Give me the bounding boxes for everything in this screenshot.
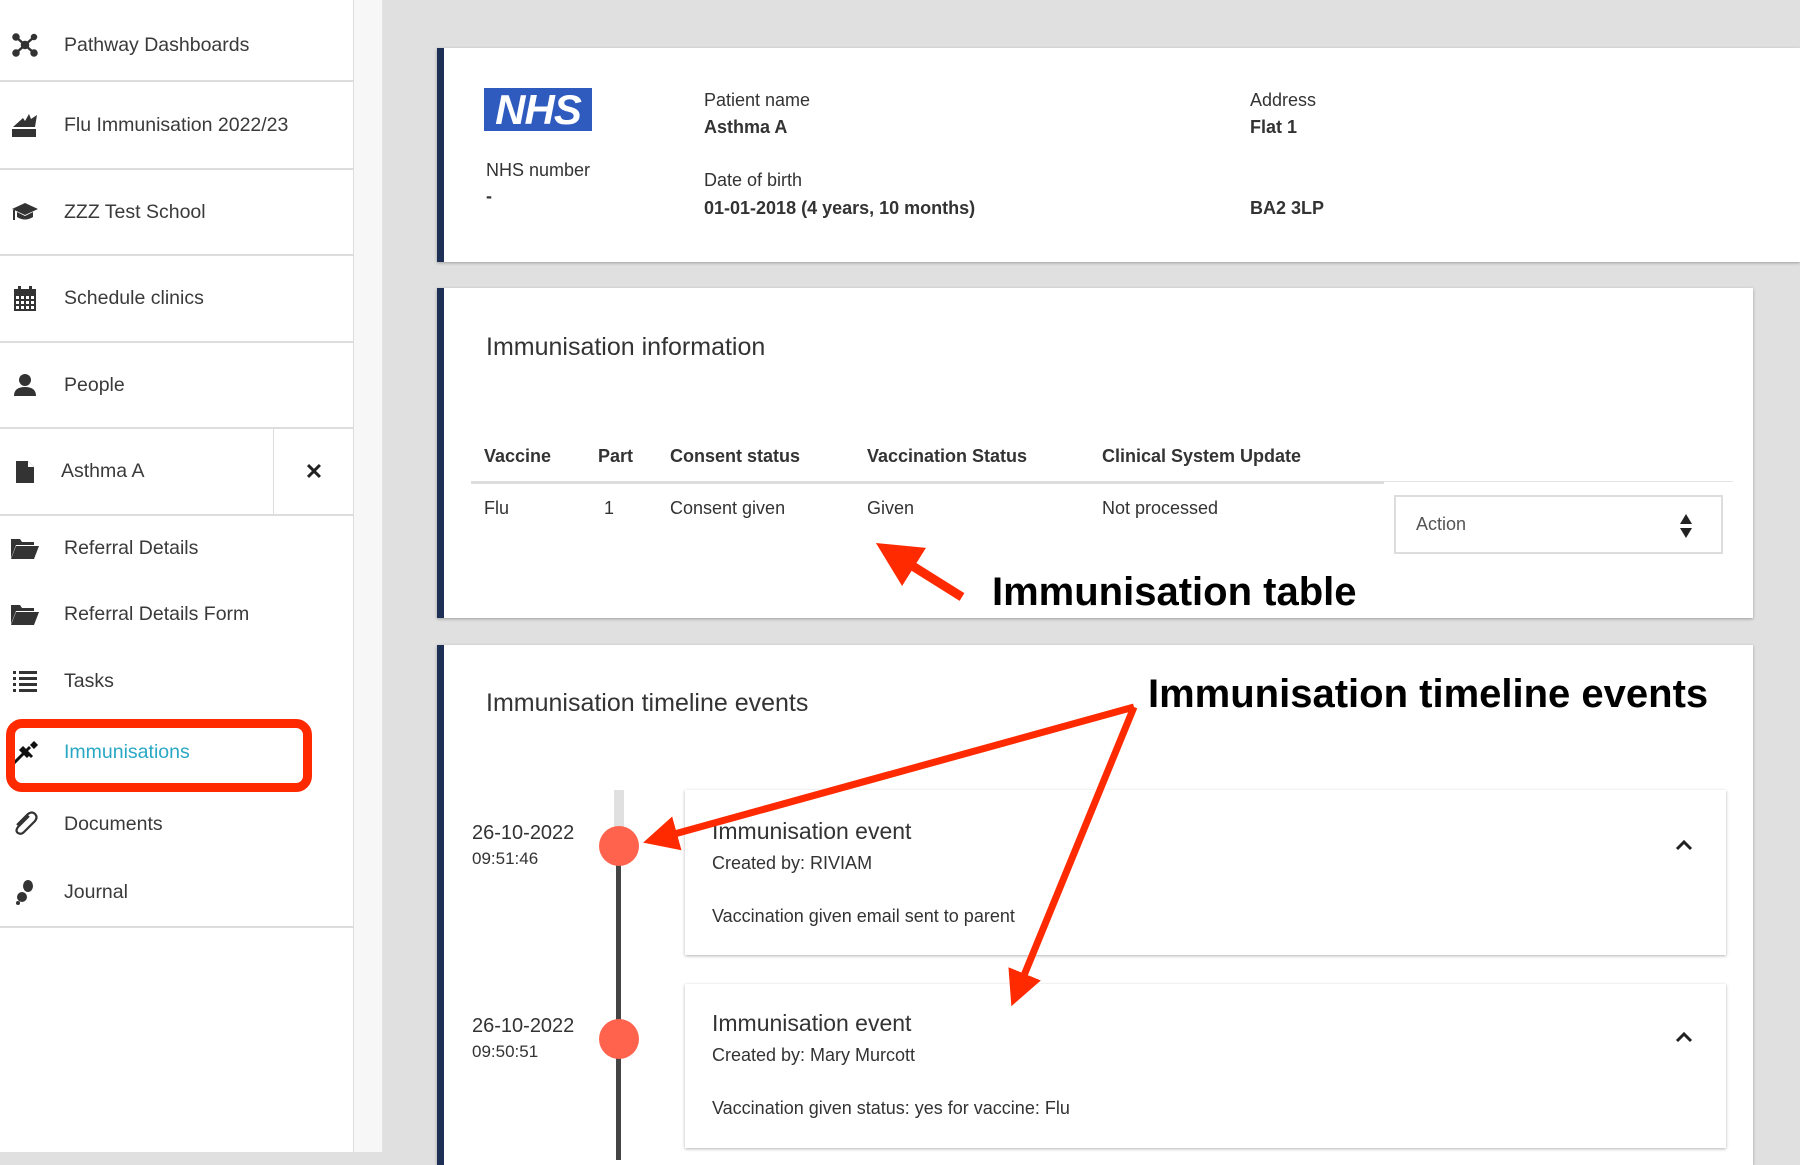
annotation-arrows [643,543,1138,1007]
arrow-to-timeline-dot [643,703,1135,851]
arrow-to-event-card [1008,705,1138,1007]
arrow-to-table [875,543,965,601]
